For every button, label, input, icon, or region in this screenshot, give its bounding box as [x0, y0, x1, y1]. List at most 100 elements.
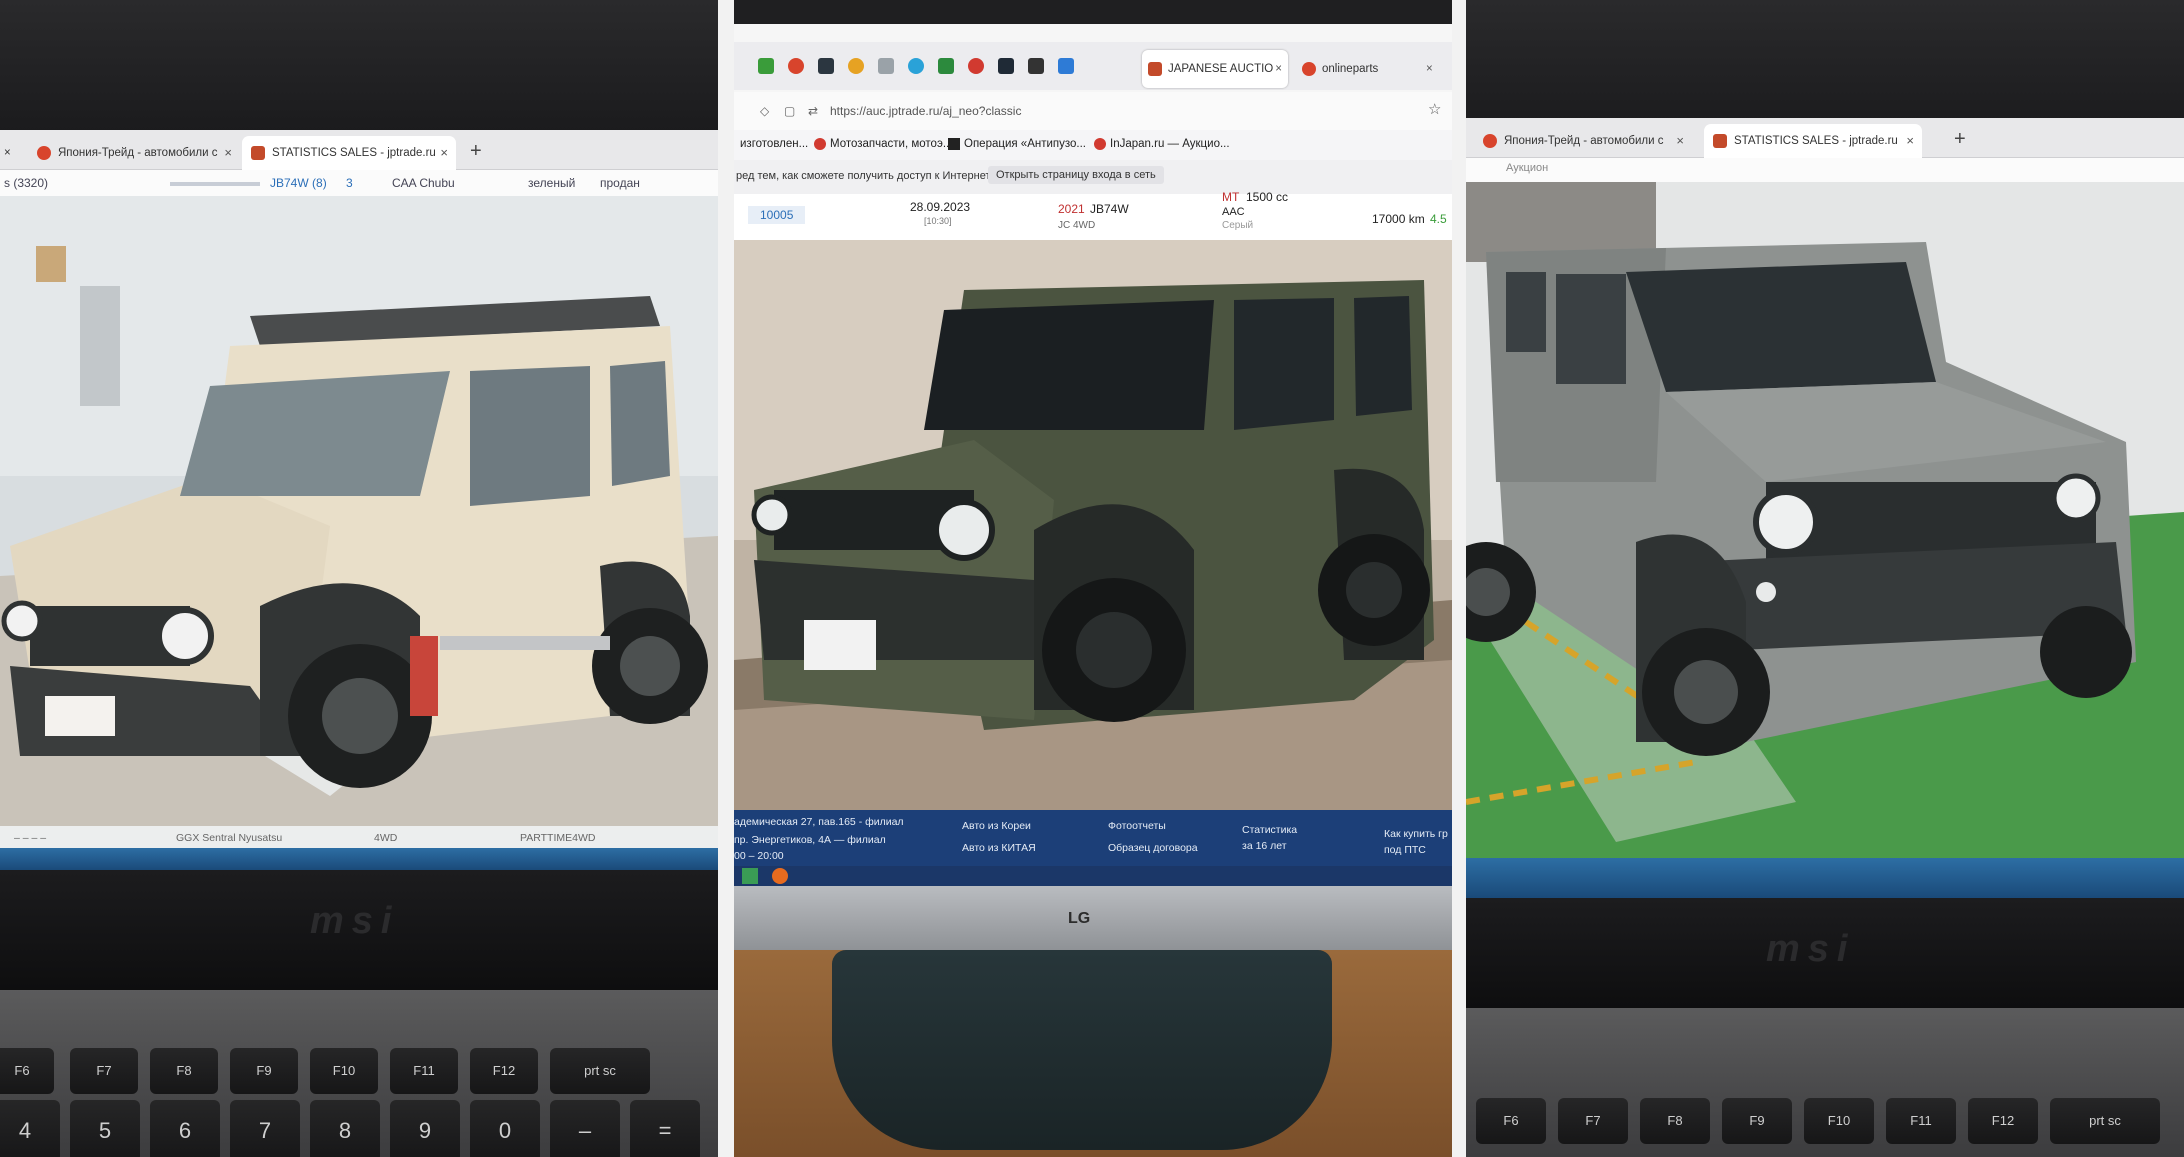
tab-close-partial[interactable]: × — [0, 136, 16, 170]
tab-japan-trade[interactable]: Япония-Трейд - автомобили с × — [28, 136, 240, 170]
footer-address-1: адемическая 27, пав.165 - филиал — [734, 816, 904, 828]
footer-drive: 4WD — [374, 832, 398, 844]
dark-app-icon[interactable] — [998, 58, 1014, 74]
red-triangle-icon[interactable] — [788, 58, 804, 74]
scroll-indicator — [170, 182, 260, 186]
beige-jimny-photo — [0, 196, 718, 826]
tab-close-icon[interactable]: × — [1426, 50, 1433, 88]
footer-link-how-to-buy[interactable]: Как купить гр — [1384, 828, 1448, 840]
lot-model: JB74W — [1090, 202, 1129, 216]
key-7: 7 — [230, 1100, 300, 1157]
shield-icon[interactable]: ◇ — [760, 104, 769, 118]
tab-close-icon[interactable]: × — [1676, 124, 1684, 158]
bookmark-star-icon[interactable]: ☆ — [1428, 100, 1441, 118]
key-f10: F10 — [310, 1048, 378, 1094]
msi-logo: msi — [310, 900, 400, 942]
new-tab-button[interactable]: + — [1954, 124, 1966, 154]
onlineparts-favicon-icon — [1302, 62, 1316, 76]
footer-link-contract[interactable]: Образец договора — [1108, 842, 1198, 854]
listing-info-strip: s (3320) JB74W (8) 3 CAA Chubu зеленый п… — [0, 170, 718, 196]
key-5: 5 — [70, 1100, 140, 1157]
firefox-tabbar: JAPANESE AUCTIO × onlineparts × — [734, 42, 1452, 90]
laptop-top-bezel — [0, 0, 718, 132]
key-f7: F7 — [70, 1048, 138, 1094]
footer-link-stats[interactable]: Статистика — [1242, 824, 1297, 836]
laptop-top-bezel — [1466, 0, 2184, 132]
beige-jimny-illustration — [0, 196, 718, 826]
key-f6: F6 — [0, 1048, 54, 1094]
image-app-icon[interactable] — [742, 868, 758, 884]
key-f12: F12 — [1968, 1098, 2038, 1144]
lg-logo: LG — [1068, 910, 1091, 927]
laptop-keyboard: F6 F7 F8 F9 F10 F11 F12 prt sc — [1466, 1008, 2184, 1157]
jptrade-favicon-icon — [1483, 134, 1497, 148]
blue-app-icon[interactable] — [908, 58, 924, 74]
bookmark-item[interactable]: Операция «Антипузо... — [964, 138, 1086, 150]
bookmarks-bar: изготовлен... Мотозапчасти, мотоэ... Опе… — [734, 130, 1452, 160]
tab-onlineparts[interactable]: onlineparts × — [1300, 50, 1440, 88]
taskbar-edge — [0, 848, 718, 870]
key-9: 9 — [390, 1100, 460, 1157]
cursor-icon[interactable] — [1028, 58, 1044, 74]
new-tab-button[interactable]: + — [470, 136, 482, 166]
tab-japan-trade[interactable]: Япония-Трейд - автомобили с × — [1474, 124, 1692, 158]
open-login-page-button[interactable]: Открыть страницу входа в сеть — [988, 166, 1164, 184]
bookmark-item[interactable]: Мотозапчасти, мотоэ... — [830, 138, 952, 150]
tab-close-icon[interactable]: × — [440, 136, 448, 170]
red-app-icon[interactable] — [968, 58, 984, 74]
tab-label: Япония-Трейд - автомобили с — [58, 147, 218, 159]
tab-statistics-sales[interactable]: STATISTICS SALES - jptrade.ru × — [1704, 124, 1922, 158]
status-filter[interactable]: продан — [600, 176, 640, 190]
bookmark-item[interactable]: InJapan.ru — Аукцио... — [1110, 138, 1230, 150]
msi-logo: msi — [1766, 928, 1856, 970]
tab-japanese-auction[interactable]: JAPANESE AUCTIO × — [1142, 50, 1288, 88]
green-bookmark-icon[interactable] — [758, 58, 774, 74]
dollar-icon[interactable] — [938, 58, 954, 74]
site-footer: адемическая 27, пав.165 - филиал пр. Эне… — [734, 810, 1452, 866]
grey-jimny-illustration — [1466, 182, 2184, 858]
grid-app-icon[interactable] — [818, 58, 834, 74]
firefox-icon[interactable] — [772, 868, 788, 884]
footer-link-pts[interactable]: под ПТС — [1384, 844, 1426, 856]
color-filter[interactable]: зеленый — [528, 176, 575, 190]
lock-icon[interactable]: ▢ — [784, 104, 795, 118]
permissions-icon[interactable]: ⇄ — [808, 104, 818, 118]
footer-dashes: – – – – — [14, 832, 47, 844]
lot-score: 4.5 — [1430, 212, 1447, 226]
lot-mileage: 17000 km — [1372, 212, 1425, 226]
tab-label: onlineparts — [1322, 63, 1379, 75]
tab-close-icon[interactable]: × — [1906, 124, 1914, 158]
footer-transmission: PARTTIME4WD — [520, 832, 596, 844]
result-count: s (3320) — [4, 176, 49, 190]
key-f8: F8 — [150, 1048, 218, 1094]
key-f10: F10 — [1804, 1098, 1874, 1144]
page-link[interactable]: 3 — [346, 176, 353, 190]
address-bar[interactable]: ◇ ▢ ⇄ https://auc.jptrade.ru/aj_neo?clas… — [734, 92, 1452, 130]
monitor-top-bezel — [734, 0, 1452, 24]
grey-jimny-photo — [1466, 182, 2184, 858]
key-f11: F11 — [1886, 1098, 1956, 1144]
laptop-keyboard: F6 F7 F8 F9 F10 F11 F12 prt sc 4 5 6 7 8… — [0, 990, 718, 1157]
lot-number[interactable]: 10005 — [748, 206, 806, 224]
blue-square-icon[interactable] — [1058, 58, 1074, 74]
lot-engine: 1500 cc — [1246, 190, 1289, 204]
laptop-bottom-bezel: msi — [0, 870, 718, 990]
orange-app-icon[interactable] — [848, 58, 864, 74]
middle-monitor-photo: JAPANESE AUCTIO × onlineparts × ◇ ▢ ⇄ ht… — [734, 0, 1452, 1157]
tab-label: STATISTICS SALES - jptrade.ru — [1734, 135, 1898, 147]
tab-statistics-sales[interactable]: STATISTICS SALES - jptrade.ru × — [242, 136, 456, 170]
tab-close-icon[interactable]: × — [1275, 50, 1282, 88]
model-link[interactable]: JB74W (8) — [270, 176, 327, 190]
car-favicon-icon — [1713, 134, 1727, 148]
tab-close-icon[interactable]: × — [224, 136, 232, 170]
footer-link-china[interactable]: Авто из КИТАЯ — [962, 842, 1036, 854]
bookmark-favicon-icon — [1094, 138, 1106, 150]
green-jimny-illustration — [734, 240, 1452, 810]
footer-link-photos[interactable]: Фотоотчеты — [1108, 820, 1166, 832]
jptrade-favicon-icon — [37, 146, 51, 160]
url-text[interactable]: https://auc.jptrade.ru/aj_neo?classic — [830, 104, 1021, 118]
footer-link-korea[interactable]: Авто из Кореи — [962, 820, 1031, 832]
bookmark-item[interactable]: изготовлен... — [740, 138, 808, 150]
footer-link-stats-years[interactable]: за 16 лет — [1242, 840, 1287, 852]
triangle-app-icon[interactable] — [878, 58, 894, 74]
